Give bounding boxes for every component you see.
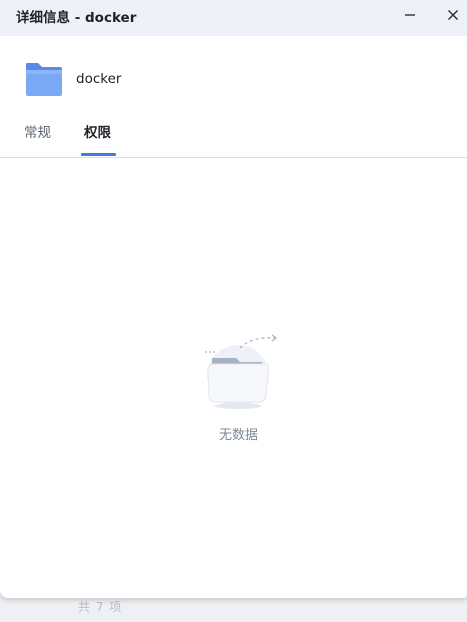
item-count-label: 共 7 项: [78, 600, 123, 614]
close-button[interactable]: [439, 0, 467, 30]
empty-state-text: 无数据: [219, 428, 259, 443]
window-title: 详细信息 - docker: [16, 10, 137, 26]
title-bar: 详细信息 - docker: [0, 0, 467, 36]
folder-icon: [26, 63, 62, 96]
minimize-icon: [405, 14, 415, 16]
close-icon: [448, 10, 458, 20]
active-tab-indicator: [81, 153, 116, 156]
tab-bar: 常规 权限: [0, 113, 467, 158]
details-dialog: 详细信息 - docker docker 常规 权限 无数据: [0, 0, 467, 598]
minimize-button[interactable]: [392, 0, 428, 30]
item-name: docker: [76, 71, 122, 87]
tab-general[interactable]: 常规: [24, 121, 51, 141]
empty-folder-icon: [205, 334, 277, 409]
tab-permissions[interactable]: 权限: [84, 121, 111, 141]
